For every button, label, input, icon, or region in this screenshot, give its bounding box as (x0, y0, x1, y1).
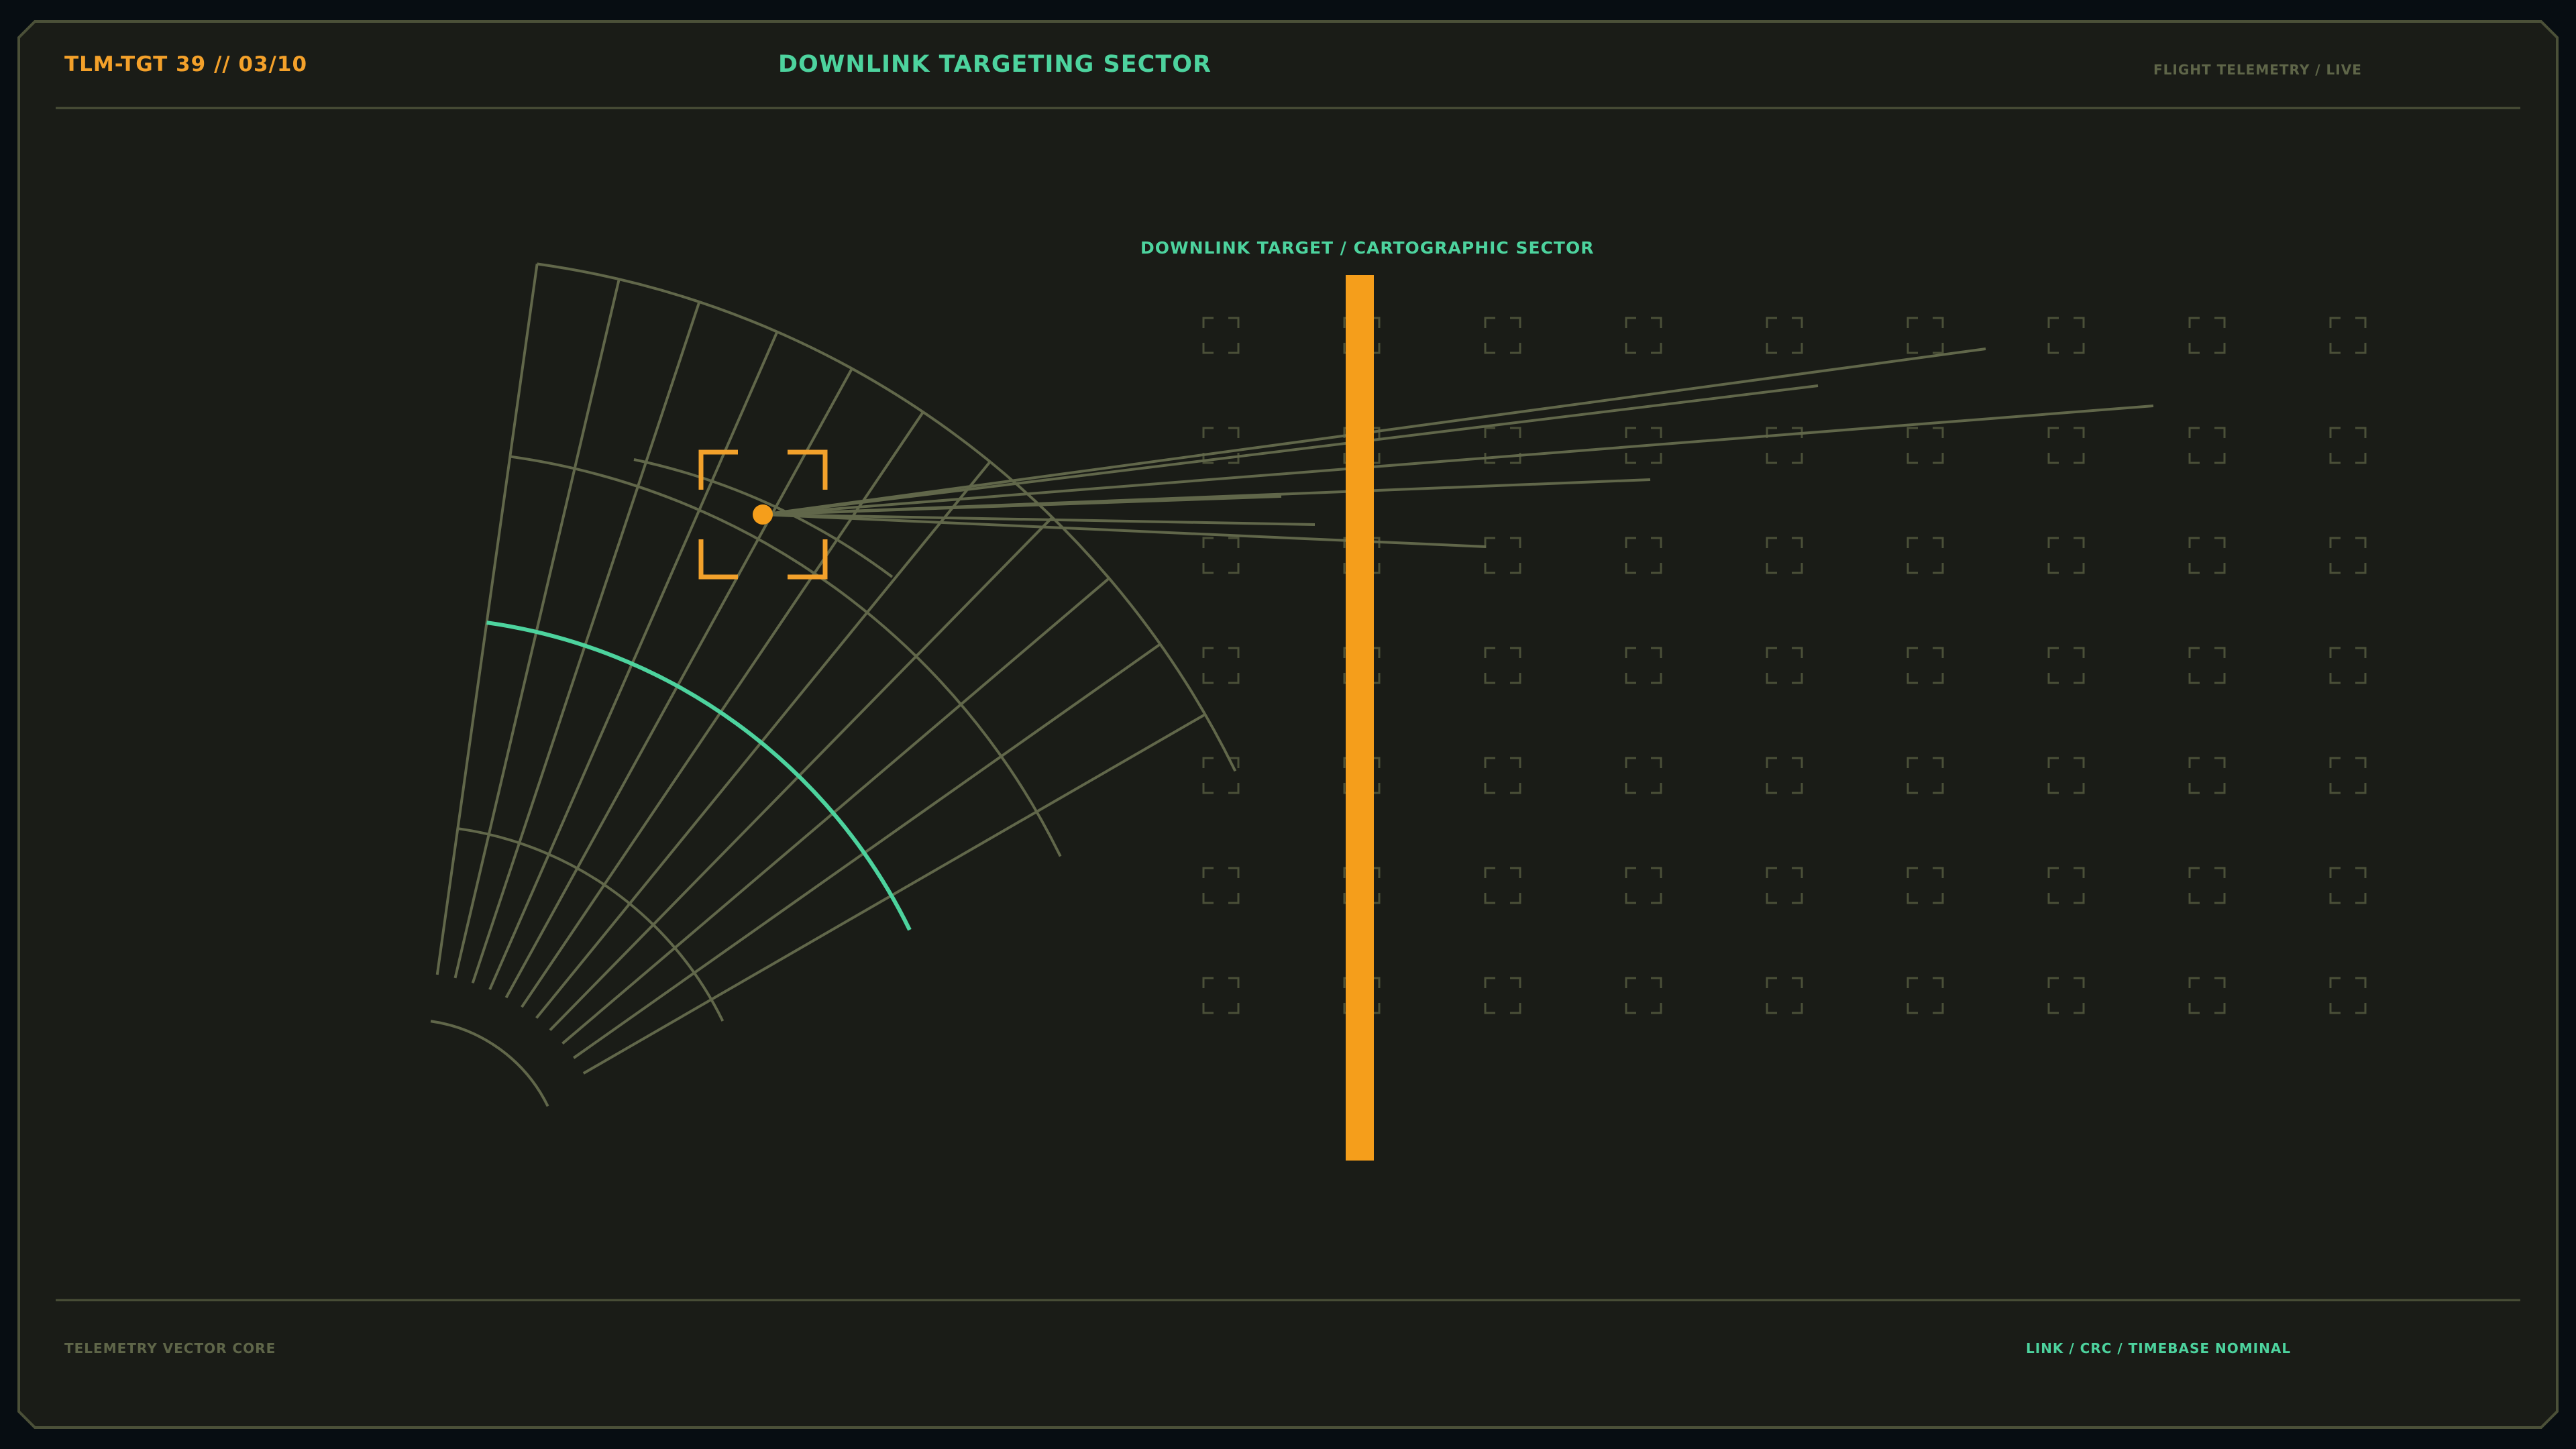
panel-border (17, 20, 2559, 1429)
sector-label: DOWNLINK TARGET / CARTOGRAPHIC SECTOR (1140, 238, 1595, 258)
hud-frame (17, 20, 2559, 1429)
footer-core-label: TELEMETRY VECTOR CORE (64, 1340, 276, 1356)
telemetry-status-label: FLIGHT TELEMETRY / LIVE (2153, 62, 2362, 78)
target-id-label: TLM-TGT 39 // 03/10 (64, 52, 308, 76)
footer-link-status: LINK / CRC / TIMEBASE NOMINAL (2026, 1340, 2292, 1356)
target-dot (753, 504, 773, 525)
page-title: DOWNLINK TARGETING SECTOR (778, 51, 1212, 78)
downlink-beam-bar (1346, 275, 1374, 1161)
